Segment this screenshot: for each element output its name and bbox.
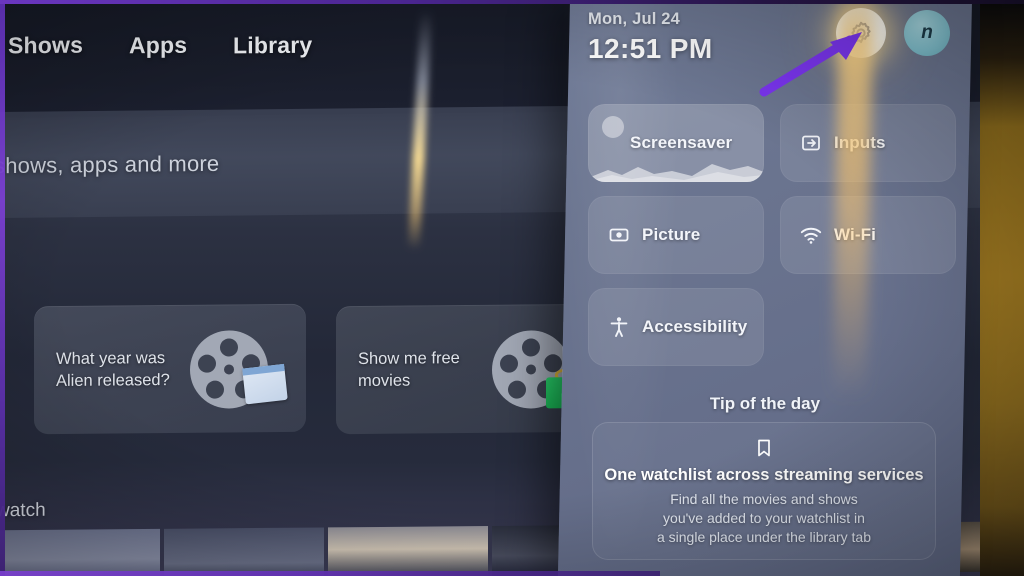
settings-gear-button[interactable] bbox=[836, 8, 886, 58]
inputs-icon bbox=[798, 130, 824, 156]
tab-shows[interactable]: Shows bbox=[8, 32, 83, 60]
bookmark-icon bbox=[758, 439, 770, 457]
quick-settings-content: Mon, Jul 24 12:51 PM n Screensaver Input… bbox=[570, 0, 972, 576]
tab-apps[interactable]: Apps bbox=[129, 32, 187, 60]
note-icon bbox=[242, 363, 288, 405]
accessibility-icon bbox=[606, 314, 632, 340]
suggestion-card-text: Show me free movies bbox=[358, 349, 460, 390]
tile-screensaver[interactable]: Screensaver bbox=[588, 104, 764, 182]
tile-picture[interactable]: Picture bbox=[588, 196, 764, 274]
tile-inputs[interactable]: Inputs bbox=[780, 104, 956, 182]
tile-label: Picture bbox=[642, 225, 701, 244]
tip-section-title: Tip of the day bbox=[709, 394, 821, 413]
content-row-label: watch bbox=[0, 499, 46, 522]
tip-headline: One watchlist across streaming services bbox=[604, 466, 924, 484]
screen-edge-bottom bbox=[0, 571, 660, 576]
time-label: 12:51 PM bbox=[588, 33, 713, 64]
tile-wifi[interactable]: Wi-Fi bbox=[780, 196, 956, 274]
screen-edge-top bbox=[0, 0, 1024, 4]
home-navbar: Shows Apps Library bbox=[0, 32, 313, 59]
suggestion-card[interactable]: What year was Alien released? bbox=[34, 303, 306, 435]
quick-settings-tiles: Screensaver Inputs Picture Wi-Fi Accessi… bbox=[588, 104, 956, 366]
search-input[interactable]: shows, apps and more bbox=[0, 151, 219, 179]
clock-block: Mon, Jul 24 12:51 PM bbox=[588, 10, 713, 65]
tile-accessibility[interactable]: Accessibility bbox=[588, 288, 764, 366]
thumbnail[interactable] bbox=[164, 527, 324, 576]
thumbnail[interactable] bbox=[0, 528, 160, 576]
tile-label: Screensaver bbox=[630, 133, 733, 152]
tip-body: Find all the movies and shows you've adde… bbox=[656, 491, 872, 545]
thumbnail[interactable] bbox=[328, 526, 488, 576]
gear-icon bbox=[851, 21, 871, 44]
screen-edge-left bbox=[0, 0, 5, 576]
tile-label: Wi-Fi bbox=[834, 225, 876, 244]
wifi-icon bbox=[798, 222, 824, 248]
mountain-icon bbox=[588, 164, 764, 182]
sun-icon bbox=[602, 116, 624, 138]
tile-label: Accessibility bbox=[642, 317, 748, 336]
tip-of-the-day-card[interactable]: One watchlist across streaming services … bbox=[592, 422, 936, 560]
avatar[interactable]: n bbox=[904, 10, 950, 56]
avatar-initial: n bbox=[921, 22, 933, 43]
date-label: Mon, Jul 24 bbox=[588, 10, 681, 28]
tab-library[interactable]: Library bbox=[233, 32, 312, 60]
tv-screen-photo: Shows Apps Library shows, apps and more … bbox=[0, 0, 1024, 576]
suggestion-card-art bbox=[186, 322, 290, 415]
suggestion-card-text: What year was Alien released? bbox=[56, 349, 170, 390]
picture-icon bbox=[606, 222, 632, 248]
tile-label: Inputs bbox=[834, 133, 886, 152]
